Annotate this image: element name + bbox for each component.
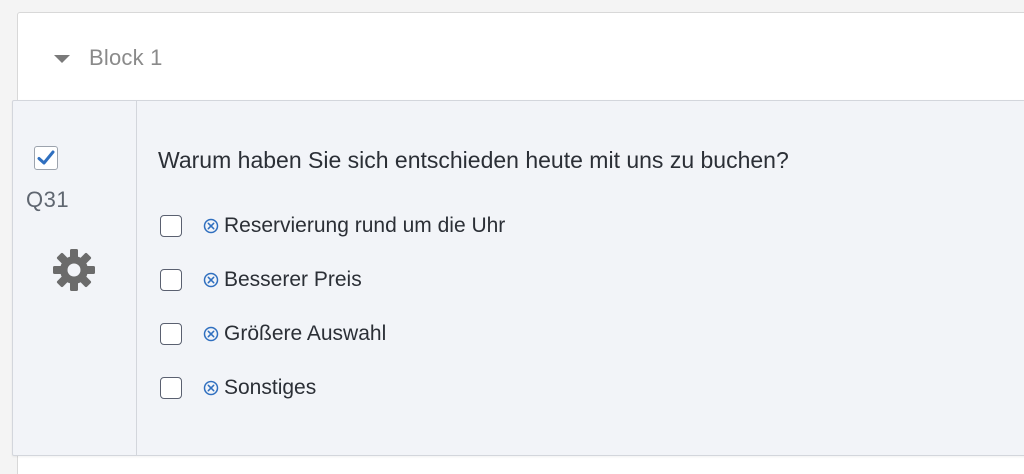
circle-x-icon[interactable]	[203, 380, 219, 396]
choice-label[interactable]: Besserer Preis	[224, 268, 362, 292]
caret-down-icon[interactable]	[54, 55, 70, 63]
question-id: Q31	[26, 187, 70, 212]
choice-checkbox[interactable]	[160, 323, 182, 345]
choice-checkbox[interactable]	[160, 269, 182, 291]
choice-item[interactable]: Reservierung rund um die Uhr	[160, 211, 505, 241]
circle-x-icon[interactable]	[203, 272, 219, 288]
circle-x-icon[interactable]	[203, 218, 219, 234]
choice-label[interactable]: Reservierung rund um die Uhr	[224, 214, 505, 238]
choice-label[interactable]: Größere Auswahl	[224, 322, 386, 346]
choice-item[interactable]: Größere Auswahl	[160, 319, 386, 349]
question-card[interactable]: Q31 Warum haben Sie sich entschieden heu…	[12, 100, 1024, 456]
question-text[interactable]: Warum haben Sie sich entschieden heute m…	[158, 147, 789, 174]
choice-checkbox[interactable]	[160, 377, 182, 399]
question-select-checkbox[interactable]	[34, 146, 58, 170]
choice-checkbox[interactable]	[160, 215, 182, 237]
choice-label[interactable]: Sonstiges	[224, 376, 316, 400]
choice-item[interactable]: Sonstiges	[160, 373, 316, 403]
circle-x-icon[interactable]	[203, 326, 219, 342]
block-title: Block 1	[89, 45, 163, 70]
survey-editor: Block 1 Q31 Warum haben Sie sich entschi…	[0, 0, 1024, 474]
block-header[interactable]: Block 1	[18, 13, 1024, 101]
question-gutter: Q31	[13, 101, 137, 455]
gear-icon[interactable]	[50, 246, 98, 294]
choice-item[interactable]: Besserer Preis	[160, 265, 362, 295]
checkmark-icon	[37, 150, 55, 165]
